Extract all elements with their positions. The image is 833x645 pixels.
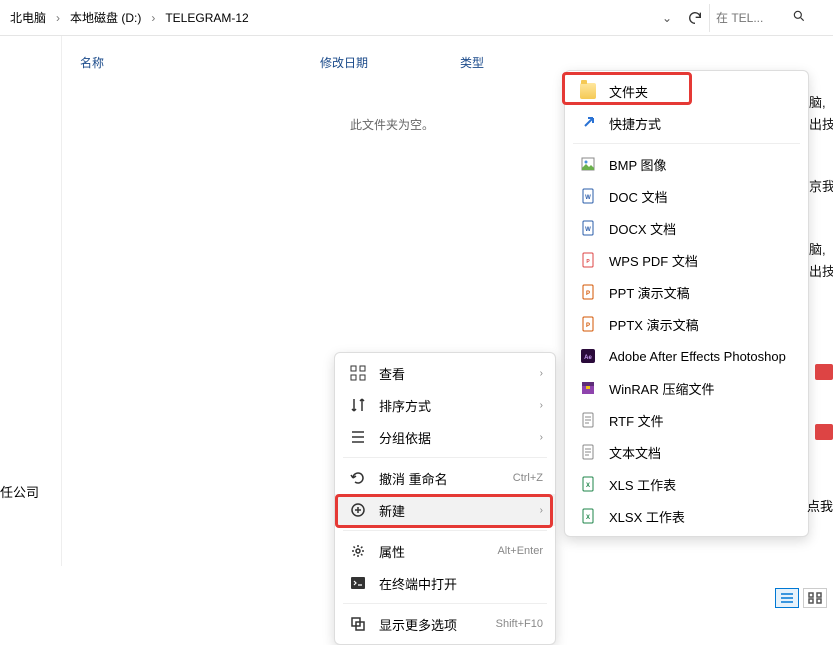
menu-view-label: 查看 [379,364,528,383]
menu-undo-sc: Ctrl+Z [513,472,543,484]
menu-sort[interactable]: 排序方式 › [335,389,555,421]
breadcrumb-item[interactable]: TELEGRAM-12 [159,7,254,29]
docx-icon: W [579,219,597,237]
xls-icon: X [579,475,597,493]
sub-xls[interactable]: X XLS 工作表 [565,468,808,500]
menu-group[interactable]: 分组依据 › [335,421,555,453]
menu-view[interactable]: 查看 › [335,357,555,389]
breadcrumb-sep-icon: › [52,11,64,25]
col-name[interactable]: 名称 [80,54,320,71]
sub-folder[interactable]: 文件夹 [565,75,808,107]
refresh-button[interactable] [681,4,709,32]
folder-icon [579,82,597,100]
svg-text:Ae: Ae [584,355,592,361]
props-icon [349,542,367,560]
svg-text:P: P [586,291,590,297]
menu-props[interactable]: 属性 Alt+Enter [335,535,555,567]
menu-new[interactable]: 新建 › [335,494,555,526]
ppt-icon: P [579,283,597,301]
menu-more-label: 显示更多选项 [379,615,484,634]
sidebar-label: 任公司 [0,482,39,501]
grid-view-button[interactable] [803,588,827,608]
undo-icon [349,469,367,487]
column-headers: 名称 修改日期 类型 [80,54,520,71]
breadcrumb-sep-icon: › [147,11,159,25]
more-icon [349,615,367,633]
context-menu: 查看 › 排序方式 › 分组依据 › 撤消 重命名 Ctrl+Z 新建 › 属性 [334,352,556,645]
sub-docx[interactable]: W DOCX 文档 [565,212,808,244]
sub-txt[interactable]: 文本文档 [565,436,808,468]
sub-bmp[interactable]: BMP 图像 [565,148,808,180]
txt-icon [579,443,597,461]
refresh-icon [687,10,703,26]
svg-text:W: W [585,195,591,201]
sub-rar[interactable]: WinRAR 压缩文件 [565,372,808,404]
menu-props-label: 属性 [379,542,485,561]
breadcrumb-item[interactable]: 本地磁盘 (D:) [64,5,147,30]
svg-text:P: P [586,323,590,329]
breadcrumb[interactable]: 北电脑 › 本地磁盘 (D:) › TELEGRAM-12 [4,5,653,30]
ae-icon: Ae [579,347,597,365]
breadcrumb-item[interactable]: 北电脑 [4,5,52,30]
menu-more-sc: Shift+F10 [496,618,543,630]
col-date[interactable]: 修改日期 [320,54,460,71]
pdf-icon: P [579,251,597,269]
col-type[interactable]: 类型 [460,54,520,71]
xlsx-icon: X [579,507,597,525]
chevron-right-icon: › [540,400,543,411]
bg-snip: 点我 [807,496,833,515]
view-toggles [775,588,827,608]
chevron-right-icon: › [540,432,543,443]
menu-term[interactable]: 在终端中打开 [335,567,555,599]
empty-folder-label: 此文件夹为空。 [350,116,434,133]
search-box[interactable] [709,4,829,32]
svg-text:X: X [586,515,590,521]
menu-group-label: 分组依据 [379,428,528,447]
address-bar: 北电脑 › 本地磁盘 (D:) › TELEGRAM-12 ⌄ [0,0,833,36]
group-icon [349,428,367,446]
sub-wps[interactable]: P WPS PDF 文档 [565,244,808,276]
breadcrumb-dropdown-button[interactable]: ⌄ [653,4,681,32]
sub-shortcut[interactable]: 快捷方式 [565,107,808,139]
new-icon [349,501,367,519]
sub-ae[interactable]: Ae Adobe After Effects Photoshop [565,340,808,372]
bg-badge [815,364,833,380]
menu-sep [573,143,800,144]
bmp-icon [579,155,597,173]
sub-ppt[interactable]: P PPT 演示文稿 [565,276,808,308]
background-snips: 脑, 出技 京我 脑, 出技 [809,94,833,325]
pptx-icon: P [579,315,597,333]
terminal-icon [349,574,367,592]
search-icon [792,9,806,26]
sub-doc[interactable]: W DOC 文档 [565,180,808,212]
bg-badge [815,424,833,440]
svg-text:W: W [585,227,591,233]
sub-rtf[interactable]: RTF 文件 [565,404,808,436]
sort-icon [349,396,367,414]
menu-sep [343,530,547,531]
menu-term-label: 在终端中打开 [379,574,543,593]
menu-sep [343,457,547,458]
menu-sep [343,603,547,604]
menu-sort-label: 排序方式 [379,396,528,415]
details-view-button[interactable] [775,588,799,608]
context-submenu-new: 文件夹 快捷方式 BMP 图像 W DOC 文档 W DOCX 文档 P WPS… [564,70,809,537]
menu-undo[interactable]: 撤消 重命名 Ctrl+Z [335,462,555,494]
svg-text:X: X [586,483,590,489]
menu-new-label: 新建 [379,501,528,520]
rtf-icon [579,411,597,429]
sub-pptx[interactable]: P PPTX 演示文稿 [565,308,808,340]
grid-icon [349,364,367,382]
menu-more[interactable]: 显示更多选项 Shift+F10 [335,608,555,640]
menu-props-sc: Alt+Enter [497,545,543,557]
chevron-right-icon: › [540,505,543,516]
rar-icon [579,379,597,397]
search-input[interactable] [716,11,786,25]
menu-undo-label: 撤消 重命名 [379,469,501,488]
chevron-right-icon: › [540,368,543,379]
shortcut-icon [579,114,597,132]
sub-xlsx[interactable]: X XLSX 工作表 [565,500,808,532]
doc-icon: W [579,187,597,205]
